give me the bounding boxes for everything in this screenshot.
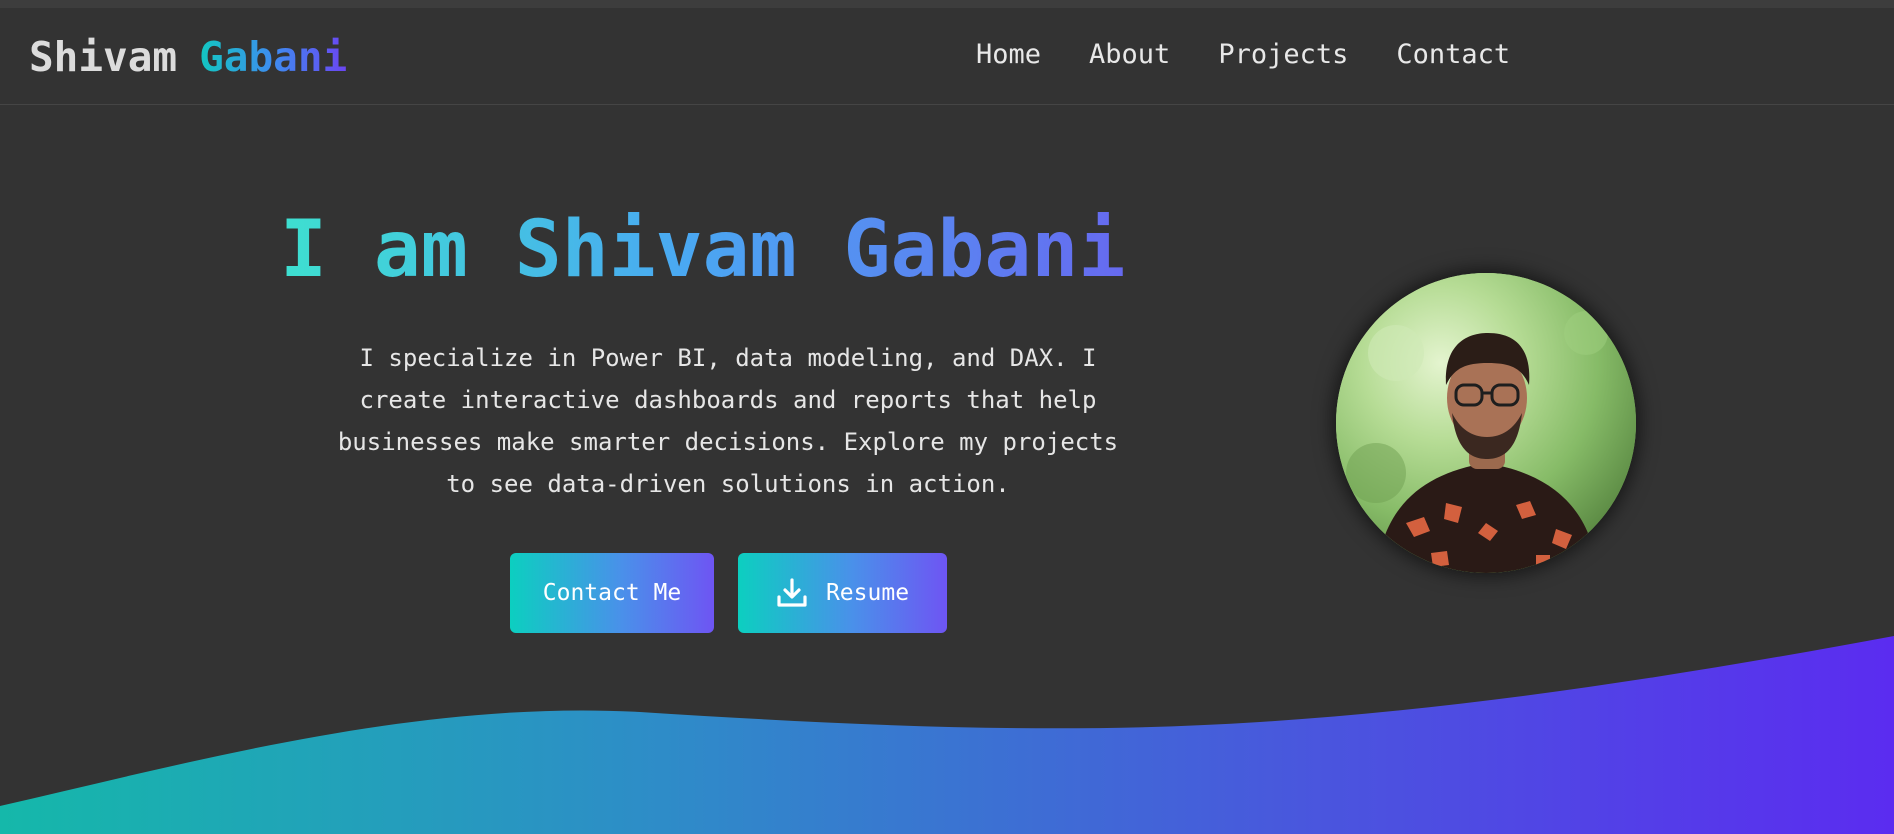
nav-item-projects[interactable]: Projects <box>1218 39 1348 70</box>
contact-me-button[interactable]: Contact Me <box>510 553 714 633</box>
avatar <box>1336 273 1636 573</box>
nav-menu: Home About Projects Contact <box>976 39 1510 70</box>
nav-item-about[interactable]: About <box>1089 39 1170 70</box>
nav-item-contact[interactable]: Contact <box>1396 39 1510 70</box>
hero-title: I am Shivam Gabani <box>280 207 1180 294</box>
logo-first-name: Shivam <box>29 33 178 81</box>
site-logo[interactable]: Shivam Gabani <box>29 33 347 81</box>
download-icon <box>776 577 808 609</box>
contact-me-label: Contact Me <box>542 580 682 606</box>
profile-photo <box>1336 273 1636 573</box>
nav-item-home[interactable]: Home <box>976 39 1041 70</box>
hero-description: I specialize in Power BI, data modeling,… <box>337 344 1119 498</box>
resume-button[interactable]: Resume <box>738 553 947 633</box>
resume-label: Resume <box>825 580 910 606</box>
navbar: Shivam Gabani Home About Projects Contact <box>0 8 1894 105</box>
portfolio-page: Shivam Gabani Home About Projects Contact… <box>0 0 1894 834</box>
top-border <box>0 0 1894 8</box>
logo-last-name: Gabani <box>199 33 348 81</box>
